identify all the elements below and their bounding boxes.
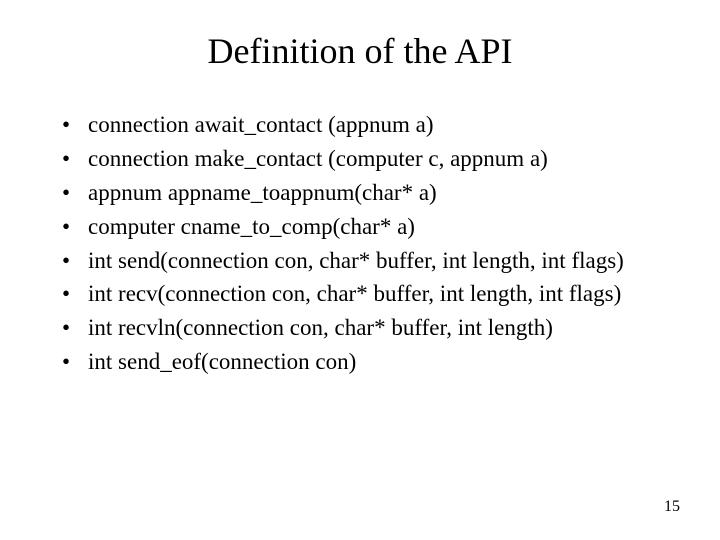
- list-item: int recv(connection con, char* buffer, i…: [60, 279, 670, 309]
- list-item: int recvln(connection con, char* buffer,…: [60, 313, 670, 343]
- bullet-list: connection await_contact (appnum a) conn…: [50, 110, 670, 377]
- list-item: connection await_contact (appnum a): [60, 110, 670, 140]
- slide-title: Definition of the API: [50, 30, 670, 72]
- list-item: int send(connection con, char* buffer, i…: [60, 246, 670, 276]
- page-number: 15: [664, 498, 680, 516]
- list-item: computer cname_to_comp(char* a): [60, 212, 670, 242]
- list-item: appnum appname_toappnum(char* a): [60, 178, 670, 208]
- list-item: int send_eof(connection con): [60, 347, 670, 377]
- list-item: connection make_contact (computer c, app…: [60, 144, 670, 174]
